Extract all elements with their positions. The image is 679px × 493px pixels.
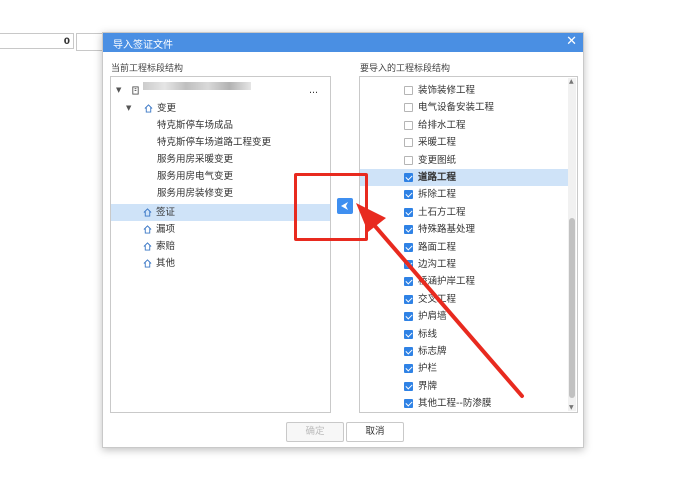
import-visa-dialog: 导入签证文件 ✕ 当前工程标段结构 要导入的工程标段结构 ▼ ... ▼ 变更 …: [102, 32, 584, 448]
checkbox-list-item[interactable]: 土石方工程: [360, 204, 568, 221]
checkbox[interactable]: [404, 312, 413, 322]
tree-leaf[interactable]: 服务用房装修变更: [157, 185, 233, 202]
checkbox-label: 装饰装修工程: [418, 85, 476, 96]
checkbox-list-item[interactable]: 特殊路基处理: [360, 221, 568, 238]
checkbox-list-item[interactable]: 路面工程: [360, 239, 568, 256]
vertical-scrollbar[interactable]: ▲ ▼: [568, 78, 576, 411]
confirm-button[interactable]: 确定: [286, 422, 344, 442]
checkbox-list-item[interactable]: 标线: [360, 326, 568, 343]
checkbox[interactable]: [404, 381, 413, 391]
cancel-button[interactable]: 取消: [346, 422, 404, 442]
checkbox-list-item[interactable]: 标志牌: [360, 343, 568, 360]
house-icon: [144, 104, 153, 113]
checkbox[interactable]: [404, 242, 413, 252]
checkbox-list-item[interactable]: 护肩墙: [360, 308, 568, 325]
checkbox[interactable]: [404, 364, 413, 374]
checkbox-list-item[interactable]: 道路工程: [360, 169, 568, 186]
checkbox[interactable]: [404, 190, 413, 200]
tree-leaf[interactable]: 服务用房采暖变更: [157, 151, 233, 168]
checkbox[interactable]: [404, 294, 413, 304]
checkbox[interactable]: [404, 260, 413, 269]
building-icon: [132, 86, 139, 95]
expand-arrow-icon[interactable]: ▼: [116, 82, 121, 99]
checkbox[interactable]: [404, 138, 413, 148]
checkbox[interactable]: [404, 103, 413, 113]
checkbox-list-item[interactable]: 电气设备安装工程: [360, 99, 568, 116]
checkbox-label: 护栏: [418, 363, 438, 375]
project-name-redacted: [143, 82, 251, 90]
checkbox-list-item[interactable]: 拆除工程: [360, 186, 568, 203]
checkbox-list-item[interactable]: 边沟工程: [360, 256, 568, 273]
checkbox-label: 其他工程--防渗膜: [418, 398, 492, 410]
close-icon[interactable]: ✕: [566, 34, 577, 50]
scroll-up-icon[interactable]: ▲: [569, 78, 574, 85]
checkbox-label: 路面工程: [418, 241, 457, 253]
tree-root-row[interactable]: ▼ ...: [111, 82, 330, 99]
tree-label-other: 其他: [156, 258, 176, 269]
scrollbar-thumb[interactable]: [569, 218, 575, 398]
checkbox-list-item[interactable]: 其他工程--防渗膜: [360, 395, 568, 412]
tree-node-other[interactable]: 其他: [111, 255, 330, 272]
tree-node-change[interactable]: ▼ 变更: [111, 100, 330, 117]
tree-leaf[interactable]: 服务用房电气变更: [157, 168, 233, 185]
checkbox-list-item[interactable]: 变更图纸: [360, 152, 568, 169]
house-icon: [143, 225, 152, 234]
checkbox[interactable]: [404, 277, 413, 287]
checkbox-label: 土石方工程: [418, 206, 466, 218]
house-icon: [143, 259, 152, 268]
highlight-annotation-box: [294, 173, 368, 241]
checkbox-list-item[interactable]: 装饰装修工程: [360, 82, 568, 99]
checkbox[interactable]: [404, 173, 413, 182]
tree-label-claim: 索赔: [156, 241, 176, 252]
checkbox-list-item[interactable]: 交叉工程: [360, 291, 568, 308]
checkbox[interactable]: [404, 86, 413, 95]
checkbox[interactable]: [404, 207, 413, 217]
checkbox-label: 采暖工程: [418, 137, 457, 149]
checkbox-label: 桥涵护岸工程: [418, 276, 476, 288]
checkbox[interactable]: [404, 329, 413, 339]
checkbox[interactable]: [404, 399, 413, 409]
tree-label-change: 变更: [157, 103, 177, 114]
scroll-down-icon[interactable]: ▼: [569, 404, 574, 411]
import-structure-tree[interactable]: 装饰装修工程电气设备安装工程 给排水工程采暖工程变更图纸道路工程拆除工程土石方工程…: [359, 76, 578, 413]
checkbox-label: 护肩墙: [418, 311, 447, 323]
dialog-titlebar: 导入签证文件 ✕: [103, 33, 583, 52]
checkbox-label: 变更图纸: [418, 154, 457, 166]
checkbox-label: 标志牌: [418, 346, 447, 357]
checkbox-list-item[interactable]: 界牌: [360, 378, 568, 395]
checkbox-label: 道路工程: [418, 172, 457, 183]
tree-label-omission: 漏项: [156, 224, 176, 235]
right-panel-label: 要导入的工程标段结构: [360, 64, 451, 74]
background-cell-value: 0: [0, 33, 74, 49]
checkbox-label: 给排水工程: [418, 119, 466, 131]
checkbox-label: 边沟工程: [418, 259, 457, 270]
left-panel-label: 当前工程标段结构: [111, 64, 184, 74]
checkbox-list-item[interactable]: 给排水工程: [360, 117, 568, 134]
dialog-title: 导入签证文件: [113, 40, 173, 51]
checkbox-label: 电气设备安装工程: [418, 102, 495, 114]
checkbox[interactable]: [404, 155, 413, 165]
checkbox[interactable]: [404, 120, 413, 130]
checkbox-list-item[interactable]: 采暖工程: [360, 134, 568, 151]
checkbox-label: 拆除工程: [418, 189, 457, 201]
expand-arrow-icon[interactable]: ▼: [126, 100, 131, 117]
checkbox-label: 界牌: [418, 380, 438, 392]
checkbox-label: 交叉工程: [418, 293, 457, 305]
checkbox-label: 标线: [418, 328, 438, 340]
checkbox-list-item[interactable]: 桥涵护岸工程: [360, 273, 568, 290]
background-cell: [76, 33, 104, 51]
tree-label-visa: 签证: [156, 207, 176, 218]
checkbox[interactable]: [404, 225, 413, 235]
house-icon: [143, 242, 152, 251]
tree-leaf[interactable]: 特克斯停车场道路工程变更: [157, 134, 271, 151]
checkbox[interactable]: [404, 347, 413, 356]
tree-leaf[interactable]: 特克斯停车场成品: [157, 117, 233, 134]
root-ellipsis: ...: [309, 85, 319, 96]
checkbox-list-item[interactable]: 护栏: [360, 360, 568, 377]
house-icon: [143, 208, 152, 217]
current-structure-tree[interactable]: ▼ ... ▼ 变更 特克斯停车场成品 特克斯停车场道路工程变更 服务用房采暖变…: [110, 76, 331, 413]
checkbox-label: 特殊路基处理: [418, 224, 476, 236]
